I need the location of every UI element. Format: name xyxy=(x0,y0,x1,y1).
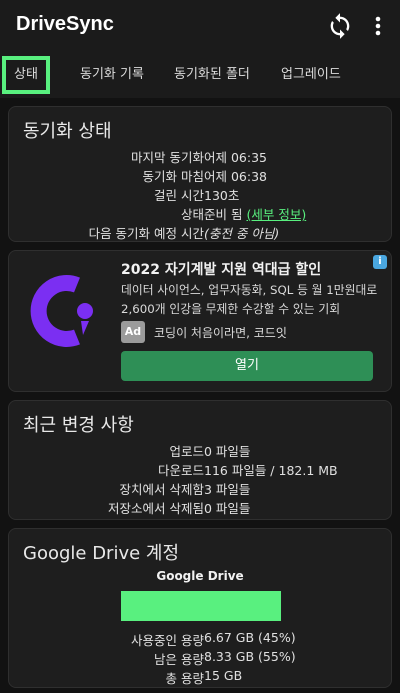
used-storage-value: 6.67 GB (45%) xyxy=(204,630,296,645)
app-title: DriveSync xyxy=(16,13,114,35)
device-deleted-label: 장치에서 삭제함 xyxy=(119,482,204,497)
upload-value: 0 파일들 xyxy=(204,444,251,459)
card-title: Google Drive 계정 xyxy=(23,543,180,564)
status-value: 준비 됨 (세부 정보) xyxy=(204,204,306,223)
ad-info-icon[interactable]: i xyxy=(373,255,387,269)
download-value: 116 파일들 / 182.1 MB xyxy=(204,463,338,478)
free-storage-value: 8.33 GB (55%) xyxy=(204,649,296,664)
status-label: 상태 xyxy=(180,207,204,222)
last-sync-value: 어제 06:35 xyxy=(204,150,267,165)
next-sync-value: (충전 중 아님) xyxy=(204,226,280,241)
status-text: 준비 됨 xyxy=(204,207,243,222)
tab-upgrade[interactable]: 업그레이드 xyxy=(281,52,341,98)
duration-value: 130초 xyxy=(204,188,240,203)
total-storage-value: 15 GB xyxy=(204,668,243,683)
sync-icon xyxy=(330,13,350,39)
codeit-logo xyxy=(29,271,99,351)
recent-changes-card: 최근 변경 사항 업로드 0 파일들 다운로드 116 파일들 / 182.1 … xyxy=(8,400,392,520)
drive-service-name: Google Drive xyxy=(156,569,244,583)
upload-label: 업로드 xyxy=(169,444,204,459)
used-storage-label: 사용중인 용량 xyxy=(131,633,204,648)
next-sync-label: 다음 동기화 예정 시간 xyxy=(88,226,204,241)
sync-status-card: 동기화 상태 마지막 동기화 어제 06:35 동기화 마침 어제 06:38 … xyxy=(8,106,392,242)
more-options-button[interactable] xyxy=(368,12,388,40)
ad-advertiser: 코딩이 처음이라면, 코드잇 xyxy=(154,326,287,340)
details-link[interactable]: (세부 정보) xyxy=(246,207,306,222)
storage-deleted-value: 0 파일들 xyxy=(204,501,251,516)
tab-sync-history[interactable]: 동기화 기록 xyxy=(80,52,144,98)
last-sync-label: 마지막 동기화 xyxy=(131,150,204,165)
ad-card[interactable]: 2022 자기계발 지원 역대급 할인 데이터 사이언스, 업무자동화, SQL… xyxy=(8,250,392,392)
tab-synced-folders[interactable]: 동기화된 폴더 xyxy=(174,52,250,98)
drive-account-card: Google Drive 계정 Google Drive 사용중인 용량 6.6… xyxy=(8,528,392,688)
more-vert-icon xyxy=(375,16,381,36)
tab-bar: 상태 동기화 기록 동기화된 폴더 업그레이드 xyxy=(0,52,400,98)
ad-headline[interactable]: 2022 자기계발 지원 역대급 할인 xyxy=(121,259,321,279)
card-title: 최근 변경 사항 xyxy=(23,415,134,436)
ad-description: 데이터 사이언스, 업무자동화, SQL 등 월 1만원대로 2,600개 인강… xyxy=(121,283,378,316)
card-title: 동기화 상태 xyxy=(23,121,112,142)
total-storage-label: 총 용량 xyxy=(165,671,204,686)
app-bar: DriveSync xyxy=(0,0,400,52)
redacted-account-bar xyxy=(121,591,281,621)
storage-deleted-label: 저장소에서 삭제됨 xyxy=(108,501,204,516)
free-storage-label: 남은 용량 xyxy=(154,652,204,667)
sync-finished-label: 동기화 마침 xyxy=(142,169,204,184)
ad-open-button[interactable]: 열기 xyxy=(121,351,373,381)
ad-badge: Ad xyxy=(121,321,145,343)
duration-label: 걸린 시간 xyxy=(154,188,204,203)
tab-status[interactable]: 상태 xyxy=(2,56,50,94)
sync-finished-value: 어제 06:38 xyxy=(204,169,267,184)
sync-button[interactable] xyxy=(326,12,354,40)
download-label: 다운로드 xyxy=(157,463,204,478)
device-deleted-value: 3 파일들 xyxy=(204,482,251,497)
